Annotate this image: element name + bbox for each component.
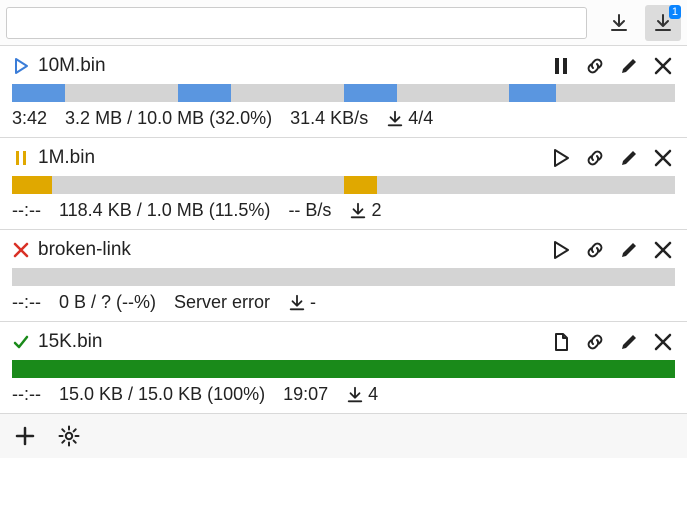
settings-button[interactable]: [56, 423, 82, 449]
close-button[interactable]: [651, 146, 675, 170]
plus-icon: [14, 425, 36, 447]
stats-row: 3:42 3.2 MB / 10.0 MB (32.0%) 31.4 KB/s 4/4: [12, 108, 675, 129]
filename-label: 15K.bin: [36, 331, 549, 353]
item-actions: [549, 330, 675, 354]
close-button[interactable]: [651, 330, 675, 354]
speed-text: -- B/s: [288, 200, 331, 221]
file-icon: [551, 332, 571, 352]
pencil-icon: [619, 240, 639, 260]
stats-row: --:-- 0 B / ? (--%) Server error -: [12, 292, 675, 313]
pencil-icon: [619, 56, 639, 76]
edit-button[interactable]: [617, 54, 641, 78]
gear-icon: [58, 425, 80, 447]
speed-text: 19:07: [283, 384, 328, 405]
link-button[interactable]: [583, 238, 607, 262]
link-button[interactable]: [583, 54, 607, 78]
play-icon: [12, 57, 30, 75]
progress-bar: [12, 268, 675, 286]
download-item: broken-link --:-- 0 B / ? (--%) Server erro…: [0, 230, 687, 322]
speed-text: 31.4 KB/s: [290, 108, 368, 129]
time-remaining: --:--: [12, 200, 41, 221]
close-icon: [653, 332, 673, 352]
progress-text: 118.4 KB / 1.0 MB (11.5%): [59, 200, 270, 221]
close-icon: [653, 56, 673, 76]
connections-count: -: [310, 292, 316, 313]
pause-icon: [12, 149, 30, 167]
status-icon: [12, 149, 36, 167]
play-button[interactable]: [549, 238, 573, 262]
connections-count: 4/4: [408, 108, 433, 129]
item-actions: [549, 54, 675, 78]
link-icon: [585, 240, 605, 260]
check-icon: [12, 333, 30, 351]
pencil-icon: [619, 332, 639, 352]
panel-footer: [0, 414, 687, 458]
close-button[interactable]: [651, 54, 675, 78]
connections-icon: [349, 202, 367, 220]
download-item: 15K.bin --:-- 15.0 KB / 15.0 KB (100%) 19:0…: [0, 322, 687, 414]
filename-label: 10M.bin: [36, 55, 549, 77]
close-icon: [653, 148, 673, 168]
close-icon: [653, 240, 673, 260]
edit-button[interactable]: [617, 146, 641, 170]
connections-icon: [386, 110, 404, 128]
edit-button[interactable]: [617, 330, 641, 354]
link-icon: [585, 332, 605, 352]
pause-icon: [551, 56, 571, 76]
download-arrow-icon: [609, 13, 629, 33]
add-download-button[interactable]: [12, 423, 38, 449]
play-button[interactable]: [549, 146, 573, 170]
file-button[interactable]: [549, 330, 573, 354]
progress-bar: [12, 84, 675, 102]
download-item: 1M.bin --:-- 118.4 KB / 1.0 MB (11.5%) -- B…: [0, 138, 687, 230]
browser-toolbar: 1: [0, 0, 687, 46]
edit-button[interactable]: [617, 238, 641, 262]
link-button[interactable]: [583, 146, 607, 170]
close-button[interactable]: [651, 238, 675, 262]
status-icon: [12, 241, 36, 259]
link-icon: [585, 56, 605, 76]
connections: 2: [349, 200, 381, 221]
pencil-icon: [619, 148, 639, 168]
time-remaining: --:--: [12, 384, 41, 405]
connections-icon: [288, 294, 306, 312]
time-remaining: 3:42: [12, 108, 47, 129]
download-item: 10M.bin 3:42 3.2 MB / 10.0 MB (32.0%) 31.4 …: [0, 46, 687, 138]
error-icon: [12, 241, 30, 259]
connections: -: [288, 292, 316, 313]
connections-count: 4: [368, 384, 378, 405]
item-actions: [549, 146, 675, 170]
downloads-badge: 1: [669, 5, 681, 19]
play-icon: [551, 148, 571, 168]
downloads-extension-button[interactable]: 1: [645, 5, 681, 41]
connections: 4: [346, 384, 378, 405]
progress-bar: [12, 360, 675, 378]
stats-row: --:-- 15.0 KB / 15.0 KB (100%) 19:07 4: [12, 384, 675, 405]
time-remaining: --:--: [12, 292, 41, 313]
link-icon: [585, 148, 605, 168]
speed-text: Server error: [174, 292, 270, 313]
url-bar[interactable]: [6, 7, 587, 39]
progress-text: 0 B / ? (--%): [59, 292, 156, 313]
progress-text: 3.2 MB / 10.0 MB (32.0%): [65, 108, 272, 129]
link-button[interactable]: [583, 330, 607, 354]
connections: 4/4: [386, 108, 433, 129]
downloads-panel: 10M.bin 3:42 3.2 MB / 10.0 MB (32.0%) 31.4 …: [0, 46, 687, 414]
item-actions: [549, 238, 675, 262]
progress-text: 15.0 KB / 15.0 KB (100%): [59, 384, 265, 405]
filename-label: broken-link: [36, 239, 549, 261]
status-icon: [12, 333, 36, 351]
status-icon: [12, 57, 36, 75]
stats-row: --:-- 118.4 KB / 1.0 MB (11.5%) -- B/s 2: [12, 200, 675, 221]
pause-button[interactable]: [549, 54, 573, 78]
connections-count: 2: [371, 200, 381, 221]
connections-icon: [346, 386, 364, 404]
filename-label: 1M.bin: [36, 147, 549, 169]
downloads-default-button[interactable]: [601, 5, 637, 41]
progress-bar: [12, 176, 675, 194]
play-icon: [551, 240, 571, 260]
